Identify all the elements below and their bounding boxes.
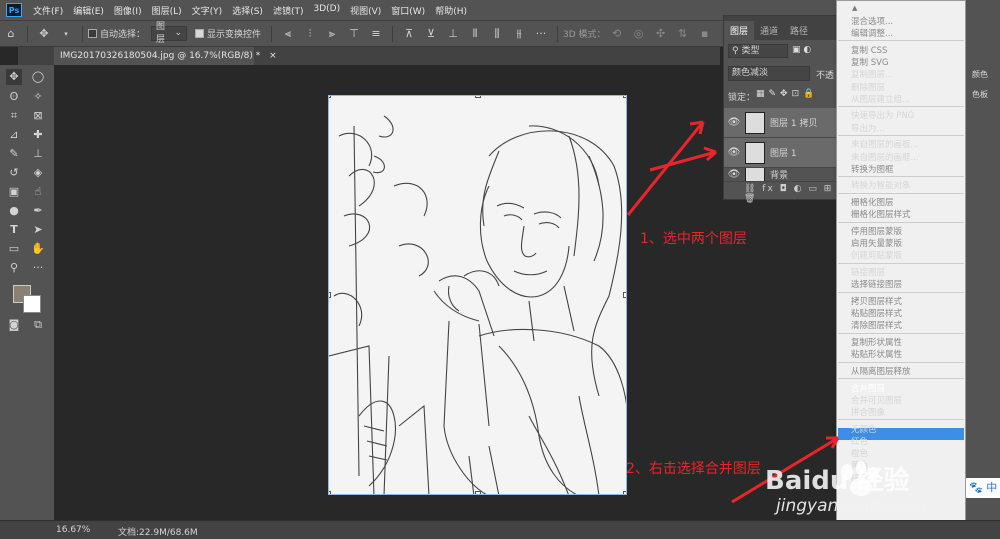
- arrow-to-layer-1: [649, 150, 717, 172]
- arrow-to-layer-1-copy: [626, 121, 705, 216]
- annotation-step-1: 1、选中两个图层: [640, 231, 747, 247]
- watermark-logo-text: Baidu 经验: [765, 466, 910, 496]
- annotation-step-2: 2、右击选择合并图层: [626, 461, 761, 477]
- watermark-url: jingyan.baidu.com: [776, 496, 933, 516]
- baidu-jingyan-watermark: Baidu 经验: [765, 454, 925, 500]
